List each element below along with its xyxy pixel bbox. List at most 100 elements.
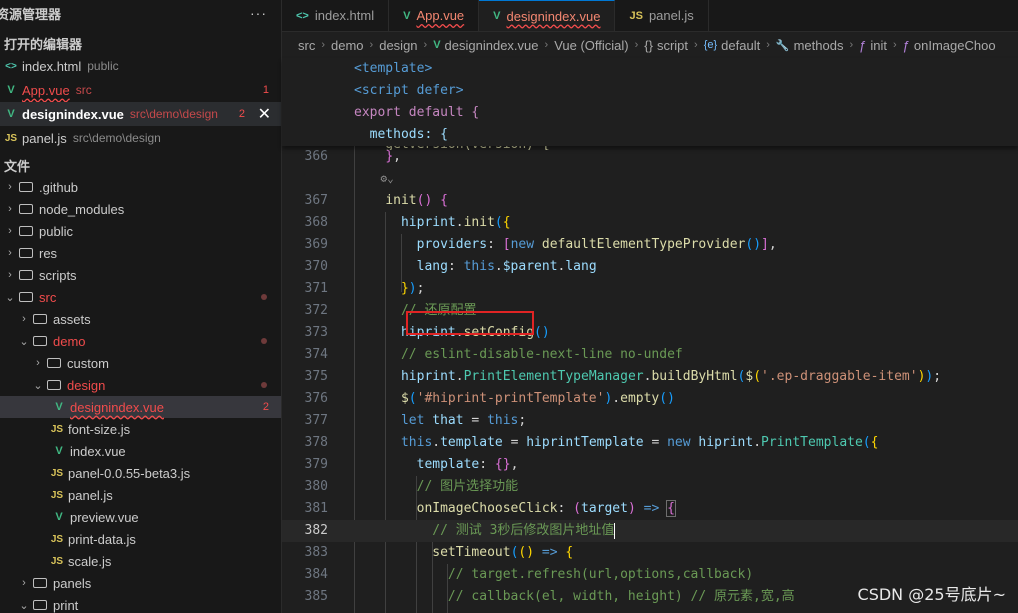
breadcrumb-item[interactable]: design [379, 38, 417, 53]
code-line: 373 hiprint.setConfig() [304, 325, 550, 340]
tree-folder[interactable]: › node_modules [0, 198, 281, 220]
highlight-annotation-box [406, 311, 534, 335]
more-actions-icon[interactable]: ··· [250, 5, 267, 21]
breadcrumb-item[interactable]: methods [794, 38, 844, 53]
tree-folder[interactable]: › public [0, 220, 281, 242]
error-dot [261, 382, 267, 388]
text-cursor [614, 522, 616, 539]
files-section-title[interactable]: 文件 [0, 154, 281, 176]
breadcrumb-item[interactable]: demo [331, 38, 364, 53]
tree-folder-open[interactable]: ⌄ demo [0, 330, 281, 352]
folder-icon [19, 226, 33, 236]
file-path: public [87, 59, 119, 73]
tree-file[interactable]: JS scale.js [0, 550, 281, 572]
variable-icon: {e} [703, 39, 718, 51]
open-editor-item[interactable]: <> index.html public [0, 54, 281, 78]
file-name: panel.js [22, 130, 67, 146]
code-line: 370 lang: this.$parent.lang [304, 259, 597, 274]
tree-folder-open[interactable]: ⌄ design [0, 374, 281, 396]
sticky-scroll-header: <template> <script defer> export default… [282, 58, 1018, 146]
chevron-right-icon: › [544, 39, 549, 51]
breadcrumb: src › demo › design › Vdesignindex.vue › Vue… [282, 32, 1018, 58]
breadcrumb-item[interactable]: default [721, 38, 760, 53]
folder-icon [47, 358, 61, 368]
chevron-right-icon: › [36, 357, 40, 369]
vue-file-icon: V [433, 39, 441, 51]
open-editor-item[interactable]: JS panel.js src\demo\design [0, 126, 281, 150]
code-line: 372 // 还原配置 [304, 303, 477, 318]
tree-folder[interactable]: › panels [0, 572, 281, 594]
tree-file[interactable]: JS print-data.js [0, 528, 281, 550]
tree-folder[interactable]: › assets [0, 308, 281, 330]
vue-file-icon: V [493, 10, 501, 22]
close-icon[interactable]: ✕ [258, 104, 271, 124]
tree-folder[interactable]: › scripts [0, 264, 281, 286]
open-editor-item[interactable]: V App.vue src 1 [0, 78, 281, 102]
editor-area: <> index.html V App.vue Vdesignindex.vue J… [282, 0, 1018, 613]
tree-file[interactable]: Vpreview.vue [0, 506, 281, 528]
chevron-right-icon: › [423, 39, 428, 51]
vue-file-icon: V [7, 84, 15, 96]
sticky-line[interactable]: export default { [282, 102, 1018, 124]
chevron-down-icon: ⌄ [19, 599, 29, 612]
folder-icon [19, 270, 33, 280]
breadcrumb-item[interactable]: onImageChoo [914, 38, 996, 53]
file-path: src\demo\design [72, 131, 161, 145]
js-file-icon: JS [50, 489, 64, 501]
html-file-icon: <> [5, 60, 17, 72]
html-file-icon: <> [296, 9, 309, 22]
vue-file-icon: V [7, 108, 15, 120]
code-line: 378 this.template = hiprintTemplate = ne… [304, 435, 879, 450]
file-name: designindex.vue [22, 106, 124, 122]
js-file-icon: JS [50, 533, 64, 545]
problem-count-badge: 1 [262, 84, 269, 96]
tab-app-vue[interactable]: V App.vue [389, 0, 480, 31]
folder-icon [33, 314, 47, 324]
tree-folder-open[interactable]: ⌄ src [0, 286, 281, 308]
chevron-right-icon: › [634, 39, 639, 51]
file-path: src\demo\design [129, 107, 218, 121]
sticky-line[interactable]: methods: { [282, 124, 1018, 146]
breadcrumb-item[interactable]: src [298, 38, 315, 53]
sticky-line[interactable]: <script defer> [282, 80, 1018, 102]
chevron-right-icon: › [849, 39, 854, 51]
braces-icon: {} [644, 37, 653, 53]
folder-icon [19, 248, 33, 258]
sticky-line[interactable]: <template> [282, 58, 1018, 80]
open-editor-item-active[interactable]: V designindex.vue src\demo\design 2 ✕ [0, 102, 281, 126]
breadcrumb-item[interactable]: init [870, 38, 887, 53]
tree-folder-open[interactable]: ⌄ print [0, 594, 281, 613]
tree-folder[interactable]: › custom [0, 352, 281, 374]
code-line: 383 setTimeout(() => { [304, 545, 574, 560]
vue-file-icon: V [55, 511, 63, 523]
breadcrumb-item[interactable]: script [657, 38, 688, 53]
open-editors-title[interactable]: 打开的编辑器 [0, 32, 281, 54]
codelens-icon[interactable]: ⚙⌄ [354, 168, 393, 190]
tree-file[interactable]: Vindex.vue [0, 440, 281, 462]
code-line: 371 }); [304, 281, 425, 296]
folder-open-icon [33, 600, 47, 610]
tree-folder[interactable]: › .github [0, 176, 281, 198]
breadcrumb-item[interactable]: designindex.vue [445, 38, 539, 53]
folder-icon [33, 578, 47, 588]
tree-file[interactable]: JS panel.js [0, 484, 281, 506]
vue-file-icon: V [55, 401, 63, 413]
file-path: src [75, 83, 92, 97]
breadcrumb-item[interactable]: Vue (Official) [554, 38, 628, 53]
tab-index-html[interactable]: <> index.html [282, 0, 390, 31]
tab-panel-js[interactable]: JS panel.js [615, 0, 709, 31]
wrench-icon: 🔧 [775, 39, 790, 52]
chevron-right-icon: › [8, 203, 12, 215]
chevron-down-icon: ⌄ [19, 335, 29, 348]
tree-file-selected[interactable]: Vdesignindex.vue 2 [0, 396, 281, 418]
tree-folder[interactable]: › res [0, 242, 281, 264]
folder-open-icon [47, 380, 61, 390]
tab-designindex-vue[interactable]: Vdesignindex.vue [479, 0, 616, 31]
folder-open-icon [19, 292, 33, 302]
code-editor[interactable]: 366 }, ⚙⌄ 367 init() { 368 hiprint.init(… [282, 146, 1018, 613]
code-line: 380 // 图片选择功能 [304, 479, 519, 494]
error-dot [261, 294, 267, 300]
tree-file[interactable]: JS panel-0.0.55-beta3.js [0, 462, 281, 484]
chevron-right-icon: › [766, 39, 770, 51]
tree-file[interactable]: JS font-size.js [0, 418, 281, 440]
